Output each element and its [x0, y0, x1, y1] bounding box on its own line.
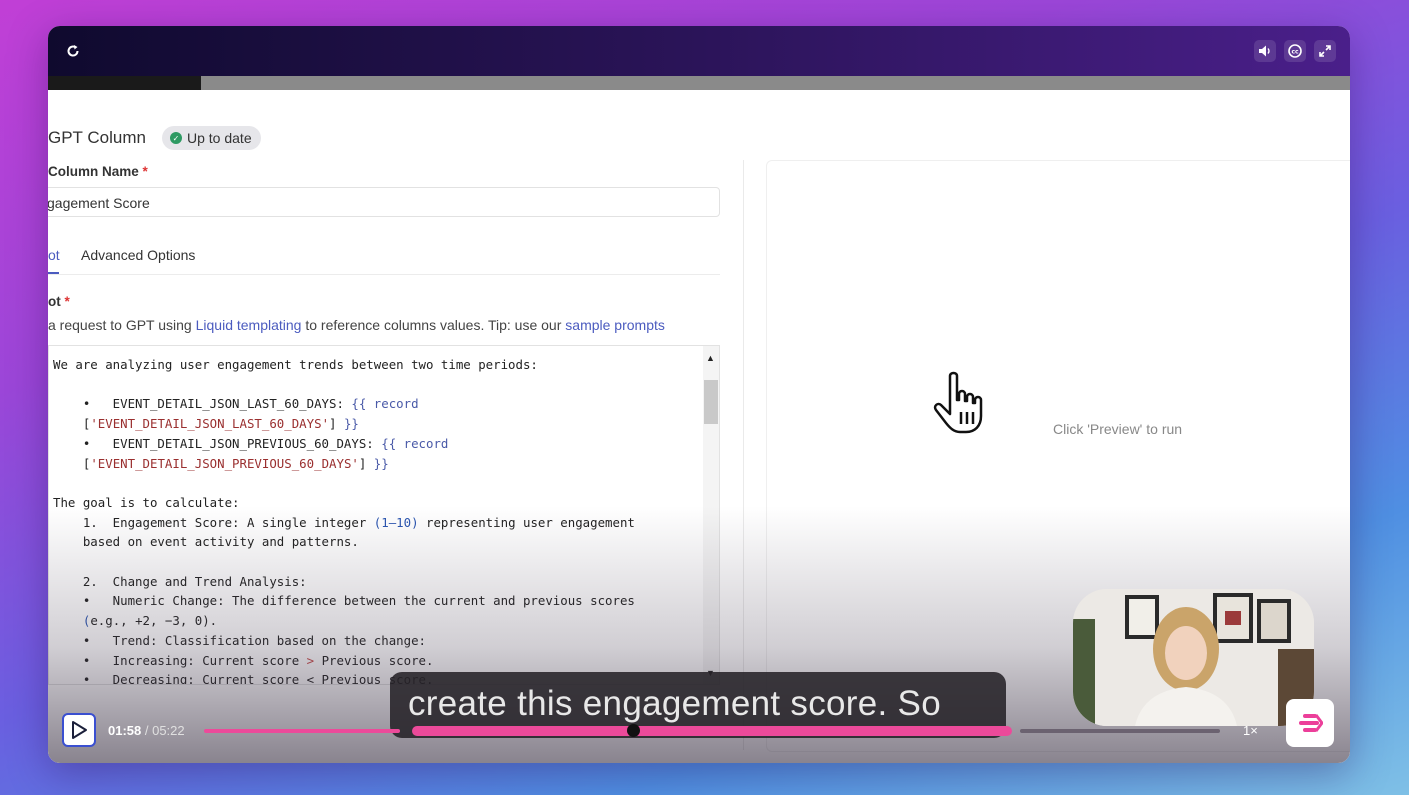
tab-divider [48, 274, 720, 275]
play-icon [72, 721, 87, 739]
sample-prompts-link[interactable]: sample prompts [565, 317, 665, 333]
status-badge-label: Up to date [187, 130, 252, 146]
preview-placeholder: Click 'Preview' to run [1053, 421, 1183, 437]
progress-remaining[interactable] [1020, 729, 1220, 733]
page-title: GPT Column [48, 128, 146, 147]
playback-speed-button[interactable]: 1× [1243, 723, 1258, 738]
column-name-input[interactable]: gagement Score [48, 187, 720, 217]
time-separator: / [141, 723, 153, 738]
screen-share-header-dark [48, 76, 201, 90]
hint-prefix: a request to GPT using [48, 317, 196, 333]
prompt-label-text: ot [48, 294, 61, 309]
column-name-label: Column Name * [48, 164, 148, 179]
time-display: 01:58 / 05:22 [108, 723, 185, 738]
fullscreen-icon[interactable] [1314, 40, 1336, 62]
scrollbar-thumb[interactable] [704, 380, 718, 424]
prompt-label: ot * [48, 294, 70, 309]
scroll-up-icon[interactable]: ▲ [706, 353, 715, 363]
progress-played[interactable] [204, 729, 400, 733]
hint-middle: to reference columns values. Tip: use ou… [301, 317, 566, 333]
screen-share-header [48, 76, 1350, 90]
required-mark: * [142, 164, 148, 179]
brand-logo[interactable] [1286, 699, 1334, 747]
status-badge: ✓ Up to date [162, 126, 261, 150]
current-time: 01:58 [108, 723, 142, 738]
brand-logo-icon [1299, 714, 1323, 732]
captions-icon[interactable]: cc [1284, 40, 1306, 62]
video-player: GPT Column ✓ Up to date Column Name * ga… [48, 26, 1350, 763]
progress-hover-segment[interactable] [412, 726, 1012, 736]
presenter-webcam [1073, 589, 1314, 726]
check-icon: ✓ [170, 132, 182, 144]
hand-cursor-icon [933, 371, 983, 434]
svg-text:cc: cc [1291, 48, 1299, 55]
tab-prompt[interactable]: ot [48, 247, 60, 263]
progress-scrubber[interactable] [627, 724, 640, 737]
duration: 05:22 [152, 723, 185, 738]
volume-icon[interactable] [1254, 40, 1276, 62]
prompt-hint: a request to GPT using Liquid templating… [48, 317, 665, 333]
player-top-bar: cc [48, 26, 1350, 76]
tab-advanced-options[interactable]: Advanced Options [81, 247, 195, 263]
liquid-templating-link[interactable]: Liquid templating [196, 317, 302, 333]
presenter-video-image [1073, 589, 1314, 726]
required-mark: * [64, 294, 70, 309]
column-name-label-text: Column Name [48, 164, 139, 179]
replay-icon[interactable] [62, 40, 84, 62]
caption-text: create this engagement score. So [408, 684, 941, 723]
play-button[interactable] [62, 713, 96, 747]
